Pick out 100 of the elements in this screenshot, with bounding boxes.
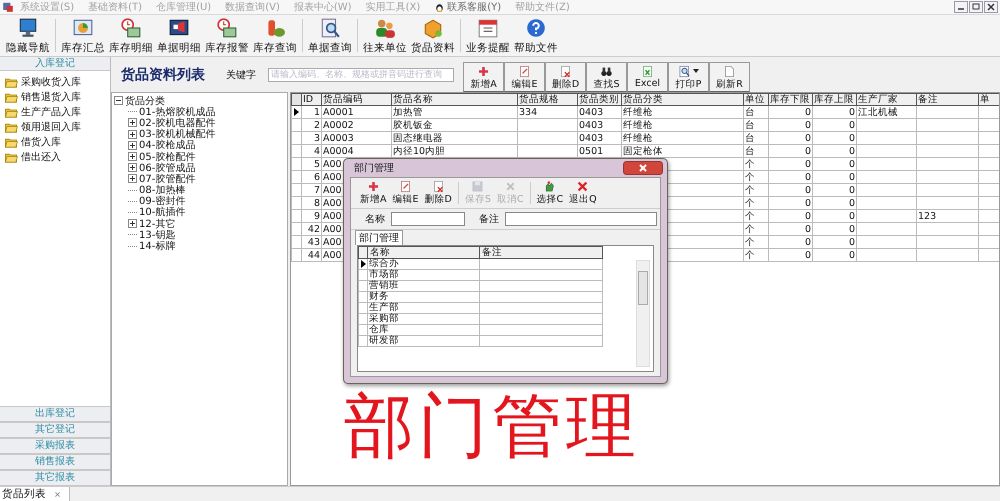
- text-field[interactable]: [505, 212, 657, 226]
- row-selector[interactable]: [358, 258, 368, 270]
- column-header[interactable]: 名称: [368, 246, 480, 258]
- table-cell: 研发部: [369, 335, 399, 346]
- column-header[interactable]: ID: [302, 94, 322, 106]
- table-cell: 0: [848, 184, 855, 196]
- table-cell: 0501: [579, 146, 604, 156]
- table-cell: 0: [848, 250, 855, 260]
- table-cell: A00: [323, 224, 342, 234]
- column-header[interactable]: 备注: [480, 246, 602, 258]
- row-pointer-icon: [294, 108, 299, 116]
- table-cell: 334: [519, 106, 538, 118]
- print-preview-icon: [678, 64, 691, 78]
- field-label: 备注: [479, 212, 499, 226]
- toolbar-button[interactable]: 新增A: [357, 178, 390, 208]
- menu-item[interactable]: 联系客服(Y): [447, 0, 502, 14]
- scrollbar[interactable]: [636, 260, 650, 367]
- close-icon[interactable]: [623, 161, 663, 175]
- expand-icon[interactable]: [128, 152, 137, 162]
- expand-icon[interactable]: [128, 174, 137, 184]
- table-cell: A00: [323, 236, 342, 248]
- table-cell: 4: [314, 146, 320, 156]
- toolbar-button[interactable]: 新增A: [463, 62, 504, 92]
- toolbar-button[interactable]: 打印P: [668, 62, 709, 92]
- document-tab[interactable]: 货品列表: [0, 487, 70, 501]
- table-cell: 加热管: [393, 106, 423, 118]
- section-header[interactable]: 入库登记: [0, 57, 110, 71]
- app-logo-icon: [2, 1, 14, 13]
- restore-icon[interactable]: [969, 1, 983, 13]
- table-cell: 财务: [369, 291, 389, 302]
- toolbar-button[interactable]: 货品资料: [409, 15, 457, 56]
- toolbar-button[interactable]: 隐藏导航: [4, 15, 52, 56]
- column-header[interactable]: 单: [978, 94, 999, 106]
- tab[interactable]: 部门管理: [355, 230, 403, 245]
- section-header[interactable]: 采购报表: [0, 438, 110, 454]
- column-header[interactable]: 货品名称: [392, 94, 518, 106]
- toolbar-button[interactable]: 库存报警: [203, 15, 251, 56]
- toolbar-button[interactable]: 刷新R: [709, 62, 750, 92]
- table-cell: 个: [745, 236, 755, 248]
- table-cell: 0: [804, 236, 811, 248]
- minimize-icon[interactable]: [954, 1, 968, 13]
- toolbar-button[interactable]: Excel: [627, 62, 668, 92]
- table-cell: 0: [848, 132, 855, 144]
- row-selector[interactable]: [292, 106, 302, 118]
- table-cell: 采购部: [369, 313, 399, 324]
- sidebar-item[interactable]: 领用退回入库: [21, 120, 81, 134]
- table-cell: 固定枪体: [623, 146, 663, 156]
- table-cell: 个: [745, 210, 755, 222]
- table-cell: 2: [314, 120, 320, 130]
- table-cell: 个: [745, 158, 755, 170]
- expand-icon[interactable]: [128, 163, 137, 172]
- tree-item[interactable]: 10-航插件: [139, 205, 186, 220]
- table-cell: 0: [848, 210, 855, 222]
- toolbar-button[interactable]: 库存明细: [107, 15, 155, 56]
- expand-icon[interactable]: [128, 219, 137, 228]
- field-label: 名称: [365, 213, 385, 226]
- text-field[interactable]: [391, 212, 465, 226]
- toolbar-button[interactable]: 单据明细: [155, 15, 203, 56]
- column-header[interactable]: 单位: [744, 94, 768, 106]
- toolbar-button[interactable]: 库存查询: [251, 15, 299, 56]
- collapse-icon[interactable]: [114, 96, 123, 106]
- toolbar-button[interactable]: 退出Q: [566, 178, 600, 208]
- toolbar-button[interactable]: 查找S: [586, 62, 627, 92]
- sidebar-item[interactable]: 借出还入: [21, 150, 61, 164]
- toolbar-button[interactable]: 删除D: [545, 62, 586, 92]
- toolbar-button[interactable]: 库存汇总: [59, 15, 107, 56]
- table-cell: 0: [848, 120, 855, 130]
- table-cell: A0001: [323, 106, 354, 118]
- expand-icon[interactable]: [128, 140, 137, 150]
- section-header[interactable]: 销售报表: [0, 454, 110, 470]
- search-field[interactable]: 请输入编码、名称、规格或拼音码进行查询: [268, 68, 454, 82]
- row-pointer-icon: [361, 260, 366, 268]
- column-header[interactable]: 货品分类: [622, 94, 744, 106]
- sidebar-item[interactable]: 采购收货入库: [21, 74, 81, 88]
- table-cell: 生产部: [369, 302, 399, 313]
- sidebar-item[interactable]: 借货入库: [21, 134, 61, 148]
- toolbar-button[interactable]: 业务提醒: [464, 15, 512, 56]
- toolbar-button[interactable]: 单据查询: [306, 15, 354, 56]
- sidebar-item[interactable]: 生产产品入库: [21, 104, 81, 118]
- sidebar-item[interactable]: 销售退货入库: [21, 90, 81, 104]
- expand-icon[interactable]: [128, 130, 137, 139]
- column-header[interactable]: 货品规格: [518, 94, 578, 106]
- close-icon[interactable]: [984, 1, 998, 13]
- expand-icon[interactable]: [128, 118, 137, 128]
- table-cell: 台: [745, 120, 755, 130]
- tree-item[interactable]: 04-胶枪成品: [139, 138, 196, 152]
- toolbar-button[interactable]: 帮助文件: [512, 15, 560, 56]
- column-header[interactable]: 货品类别: [578, 94, 622, 106]
- table-cell: 6: [314, 172, 320, 182]
- table-cell: 纤维枪: [623, 106, 653, 118]
- toolbar-button[interactable]: 选择C: [534, 178, 566, 208]
- toolbar-button[interactable]: 往来单位: [361, 15, 409, 56]
- table-cell: 0: [848, 236, 855, 248]
- exit-icon: [576, 180, 590, 193]
- toolbar-button[interactable]: 编辑E: [390, 178, 422, 208]
- table-cell: 固态继电器: [393, 132, 443, 144]
- tree-item[interactable]: 14-标牌: [139, 239, 176, 254]
- table-cell: A00: [323, 158, 342, 170]
- toolbar-button[interactable]: 编辑E: [504, 62, 545, 92]
- toolbar-button[interactable]: 删除D: [422, 178, 455, 208]
